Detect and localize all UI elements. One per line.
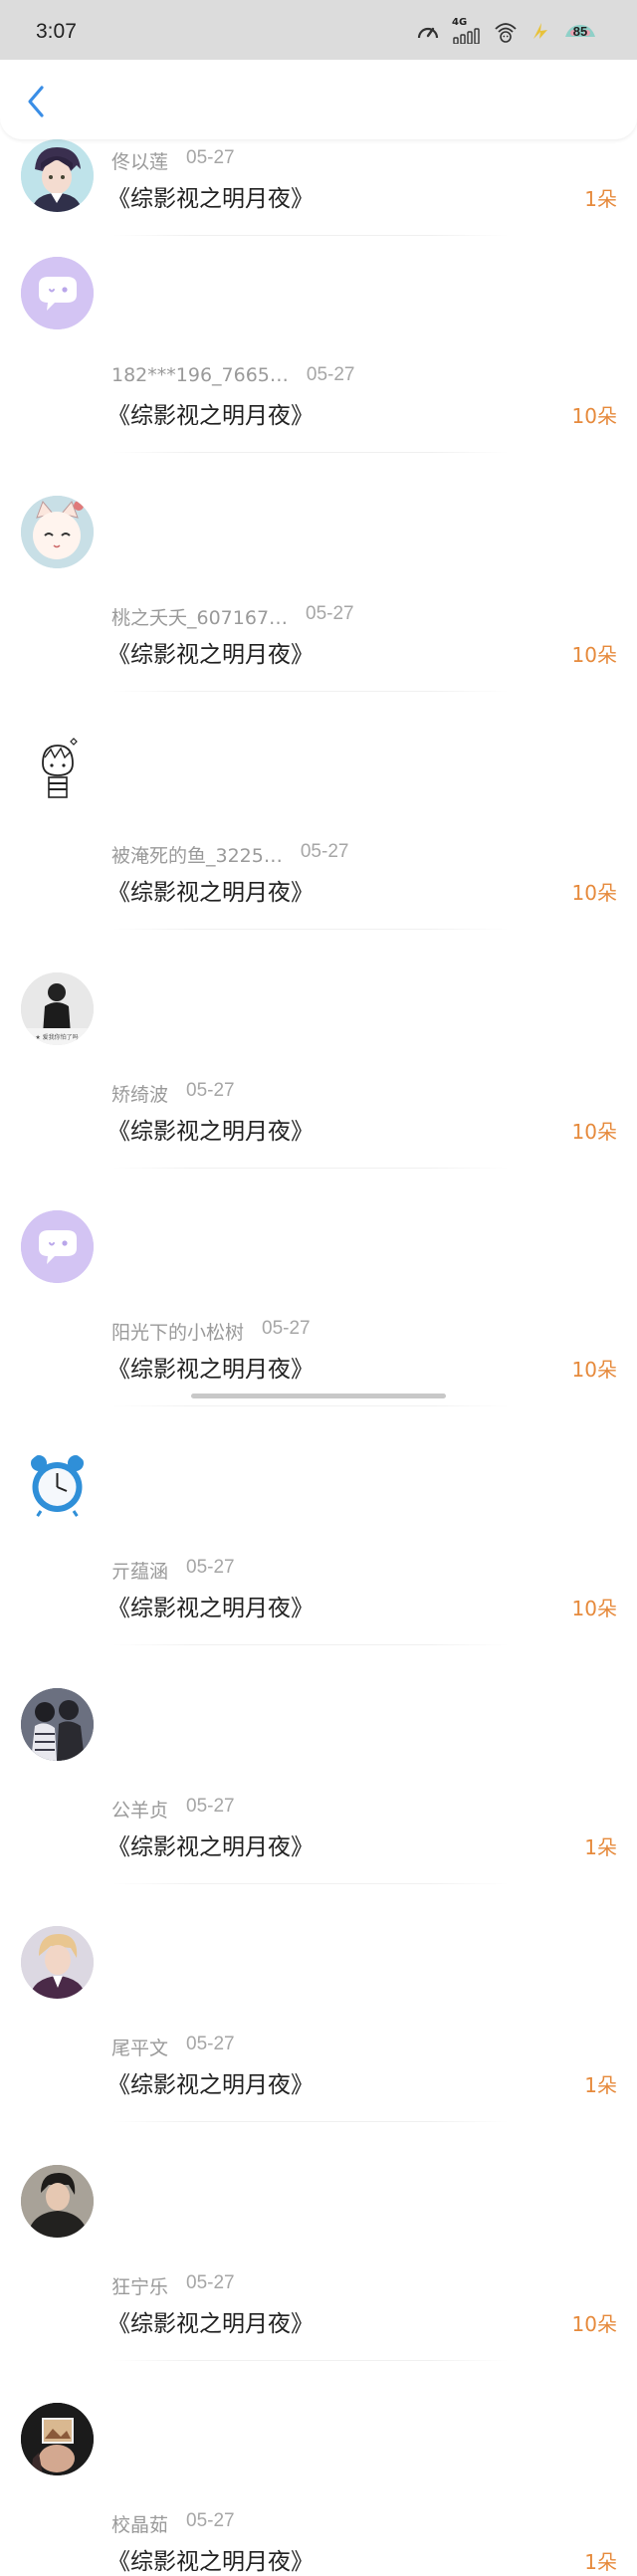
user-name: 狂宁乐 <box>111 2275 169 2298</box>
book-title: 《综影视之明月夜》 <box>107 2310 314 2337</box>
item-date: 05-27 <box>186 2271 235 2293</box>
flower-count: 1朵 <box>584 2550 617 2575</box>
item-date: 05-27 <box>186 147 235 168</box>
list-item[interactable]: 桃之夭夭_607167… 05-27 《综影视之明月夜》 10朵 <box>0 356 637 692</box>
item-date: 05-27 <box>186 2034 235 2055</box>
battery-level: 85 <box>572 23 588 39</box>
flower-count: 1朵 <box>584 187 617 211</box>
row-divider <box>111 1643 510 1645</box>
list-item[interactable]: 被淹死的鱼_3225… 05-27 《综影视之明月夜》 10朵 <box>0 475 637 931</box>
signal-icon: 4G <box>452 18 482 44</box>
row-divider <box>111 1882 510 1884</box>
row-divider <box>111 2121 510 2123</box>
item-header: 亓蕴涵 05-27 <box>111 1557 235 1584</box>
portrait-photo-avatar[interactable] <box>21 1926 94 2000</box>
list-item[interactable]: 亓蕴涵 05-27 《综影视之明月夜》 10朵 <box>0 832 637 1645</box>
flower-count: 1朵 <box>584 2073 617 2098</box>
item-header: 尾平文 05-27 <box>111 2034 235 2060</box>
item-header: 佟以莲 05-27 <box>111 147 235 174</box>
item-date: 05-27 <box>186 1795 235 1817</box>
book-title: 《综影视之明月夜》 <box>107 1595 314 1621</box>
user-name: 校晶茹 <box>111 2514 169 2537</box>
user-name: 尾平文 <box>111 2038 169 2060</box>
item-header: 公羊贞 05-27 <box>111 1796 235 1823</box>
row-divider <box>111 2359 510 2361</box>
list-item[interactable]: 狂宁乐 05-27 《综影视之明月夜》 10朵 <box>0 1189 637 2361</box>
wifi-icon <box>494 19 518 43</box>
list-item[interactable]: 182***196_7665… 05-27 《综影视之明月夜》 10朵 <box>0 237 637 453</box>
couple-photo-avatar[interactable] <box>21 1687 94 1761</box>
list-item[interactable]: 公羊贞 05-27 《综影视之明月夜》 1朵 <box>0 952 637 1884</box>
network-type: 4G <box>452 17 468 28</box>
alarm-clock-avatar[interactable] <box>21 1448 94 1522</box>
user-name: 亓蕴涵 <box>111 1560 169 1583</box>
list-item[interactable]: 尾平文 05-27 《综影视之明月夜》 1朵 <box>0 1070 637 2123</box>
charging-icon <box>530 21 551 41</box>
flower-count: 1朵 <box>584 1834 617 1859</box>
list-item[interactable]: 佟以莲 05-27 《综影视之明月夜》 1朵 <box>0 139 637 237</box>
item-header: 校晶茹 05-27 <box>111 2510 235 2537</box>
back-button[interactable] <box>22 84 50 119</box>
anime-boy-avatar[interactable] <box>21 139 94 212</box>
status-icons: 4G 85 <box>416 16 597 46</box>
portrait-photo-avatar[interactable] <box>21 2164 94 2238</box>
item-header: 狂宁乐 05-27 <box>111 2272 235 2299</box>
default-chat-avatar[interactable] <box>21 257 94 329</box>
list-item[interactable]: 阳光下的小松树 05-27 《综影视之明月夜》 10朵 <box>0 713 637 1407</box>
home-indicator[interactable] <box>191 1394 446 1398</box>
top-nav-bar <box>0 60 637 139</box>
book-title: 《综影视之明月夜》 <box>107 1833 314 1860</box>
flower-count: 10朵 <box>571 2311 617 2336</box>
user-name: 佟以莲 <box>111 151 169 173</box>
book-title: 《综影视之明月夜》 <box>107 2549 314 2576</box>
photo-avatar[interactable] <box>21 2403 94 2476</box>
book-title: 《综影视之明月夜》 <box>107 186 314 212</box>
book-title: 《综影视之明月夜》 <box>107 2072 314 2099</box>
status-time: 3:07 <box>36 20 77 43</box>
user-name: 公羊贞 <box>111 1799 169 1822</box>
row-divider <box>111 235 510 236</box>
item-date: 05-27 <box>186 2510 235 2532</box>
flower-count: 10朵 <box>571 1596 617 1620</box>
status-bar: 3:07 4G 85 <box>0 0 637 60</box>
battery-icon: 85 <box>563 21 597 41</box>
list-item[interactable]: 校晶茹 05-27 《综影视之明月夜》 1朵 <box>0 1308 637 2575</box>
speedometer-icon <box>416 21 440 41</box>
chevron-left-icon <box>28 86 44 117</box>
list-item[interactable]: ★ 爱我你怕了吗 矫绮波 05-27 《综影视之明月夜》 10朵 <box>0 594 637 1169</box>
item-date: 05-27 <box>186 1556 235 1578</box>
gift-record-list: 佟以莲 05-27 《综影视之明月夜》 1朵 182***196_7665… 0… <box>0 139 637 2575</box>
